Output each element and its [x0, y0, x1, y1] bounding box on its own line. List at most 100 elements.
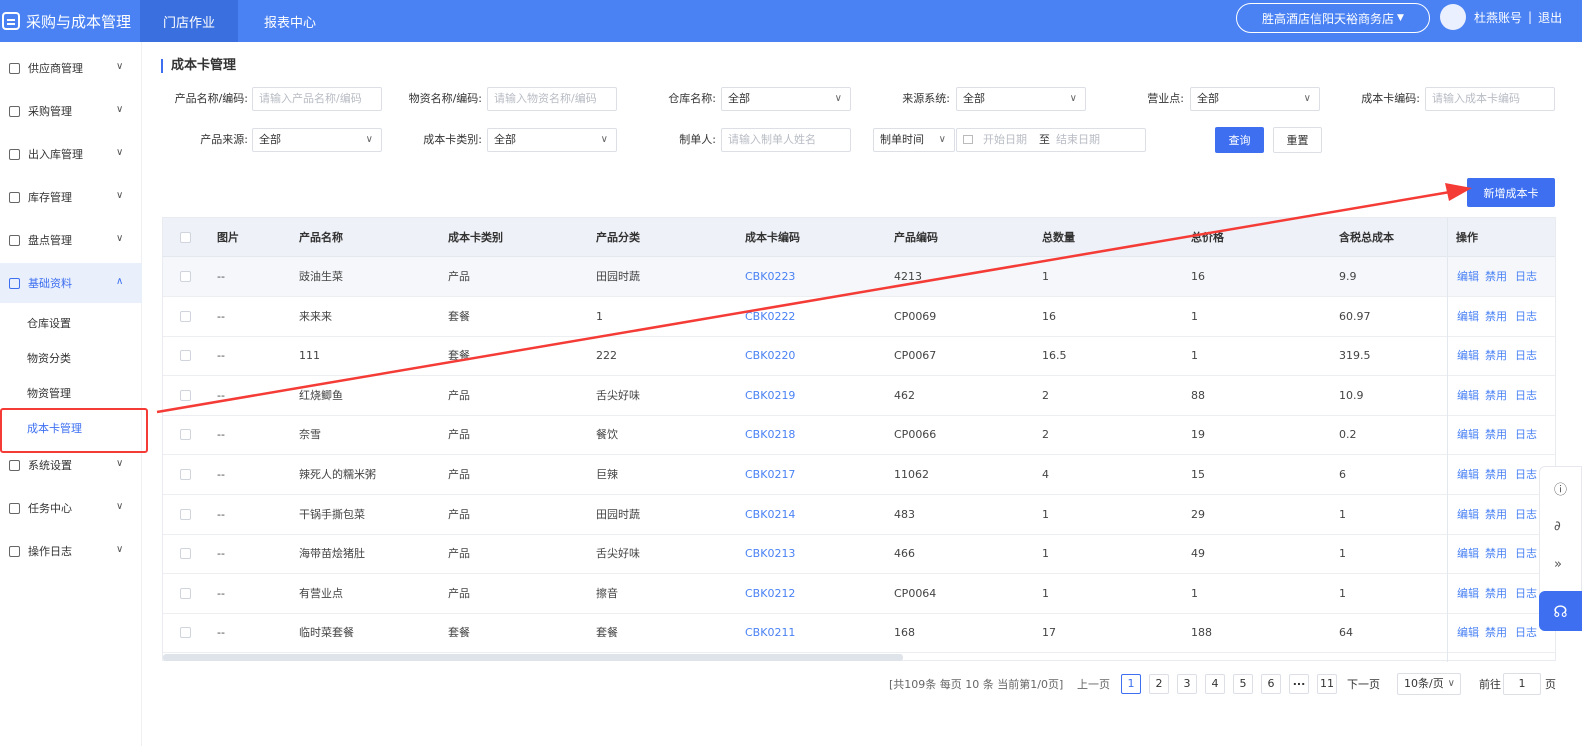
cell-card-code[interactable]: CBK0213	[745, 534, 795, 573]
logo-icon	[2, 12, 20, 30]
page-button[interactable]: 2	[1149, 674, 1169, 694]
avatar[interactable]	[1440, 4, 1466, 30]
col-card-type: 成本卡类别	[448, 231, 503, 244]
chevron-down-icon: ∨	[116, 233, 124, 244]
cell-image: --	[217, 309, 225, 323]
table-row[interactable]: -- 有营业点 产品 擦音 CBK0212 CP0064 1 1 1 编辑 禁用 日志	[163, 574, 1555, 614]
table-row[interactable]: -- 海带苗烩猪肚 产品 舌尖好味 CBK0213 466 1 49 1 编辑 禁用 日志	[163, 534, 1555, 575]
cell-card-type: 套餐	[448, 349, 470, 363]
cell-image: --	[217, 468, 225, 481]
table-header: 图片 产品名称 成本卡类别 产品分类 成本卡编码 产品编码 总数量 总价格 含税…	[163, 218, 1555, 257]
table-row[interactable]: -- 豉油生菜 产品 田园时蔬 CBK0223 4213 1 16 9.9 编辑 禁用 日志	[163, 257, 1555, 297]
next-page[interactable]: 下一页	[1347, 674, 1380, 696]
table-row[interactable]: -- 辣死人的糯米粥 产品 巨辣 CBK0217 11062 4 15 6 编辑 禁用 日志	[163, 455, 1555, 495]
cell-card-code[interactable]: CBK0222	[745, 297, 795, 336]
cell-card-code[interactable]: CBK0214	[745, 495, 795, 534]
page-button[interactable]: 1	[1121, 674, 1141, 694]
page-button[interactable]: 5	[1233, 674, 1253, 694]
table-row[interactable]: -- 红烧鲫鱼 产品 舌尖好味 CBK0219 462 2 88 10.9 编辑 禁用 日志	[163, 376, 1555, 416]
material-name-input[interactable]: 请输入物资名称/编码	[487, 87, 617, 111]
page-button[interactable]: 6	[1261, 674, 1281, 694]
topnav-store-ops[interactable]: 门店作业	[140, 0, 238, 42]
add-cost-card-button[interactable]: 新增成本卡	[1467, 178, 1555, 207]
cell-card-code[interactable]: CBK0219	[745, 376, 795, 415]
prev-page[interactable]: 上一页	[1077, 674, 1110, 696]
reset-button[interactable]: 重置	[1273, 127, 1322, 153]
goto-page-input[interactable]: 1	[1503, 673, 1541, 695]
table-row[interactable]: -- 临时菜套餐 套餐 套餐 CBK0211 168 17 188 64 编辑 禁用 日志	[163, 613, 1555, 654]
row-checkbox[interactable]	[180, 429, 191, 441]
cell-card-code[interactable]: CBK0211	[745, 613, 795, 652]
top-bar: 采购与成本管理 门店作业 报表中心 胜高酒店信阳天裕商务店 ▼ 杜燕账号 | 退…	[0, 0, 1582, 42]
link-icon[interactable]: ∂	[1554, 519, 1561, 534]
table-row[interactable]: -- 来来来 套餐 1 CBK0222 CP0069 16 1 60.97 编辑 禁用 日志	[163, 297, 1555, 337]
date-range-picker[interactable]: 开始日期至结束日期	[956, 128, 1146, 152]
cell-total-price: 29	[1191, 507, 1205, 521]
logout-link[interactable]: 退出	[1538, 9, 1562, 26]
product-source-select[interactable]: 全部 ∨	[252, 128, 382, 152]
inout-icon	[9, 148, 20, 160]
table-row[interactable]: -- 111 套餐 222 CBK0220 CP0067 16.5 1 319.5 编辑 禁用 日志	[163, 336, 1555, 377]
sidebar-sub-material[interactable]: 物资管理	[27, 385, 71, 401]
query-button[interactable]: 查询	[1215, 127, 1264, 153]
sidebar-item-operation-log[interactable]: 操作日志 ∨	[0, 531, 142, 571]
cell-total-price: 188	[1191, 626, 1212, 640]
row-checkbox[interactable]	[180, 350, 191, 362]
row-checkbox[interactable]	[180, 627, 191, 639]
page-button[interactable]: 3	[1177, 674, 1197, 694]
time-type-select[interactable]: 制单时间 ∨	[873, 128, 955, 152]
cell-card-code[interactable]: CBK0218	[745, 415, 795, 454]
card-type-select[interactable]: 全部 ∨	[487, 128, 617, 152]
page-ellipsis[interactable]: ...	[1289, 674, 1309, 694]
sidebar-sub-material-category[interactable]: 物资分类	[27, 350, 71, 366]
row-checkbox[interactable]	[180, 587, 191, 599]
horizontal-scrollbar[interactable]	[163, 654, 903, 661]
business-point-value: 全部	[1197, 92, 1219, 105]
row-checkbox[interactable]	[180, 548, 191, 560]
sidebar-item-supplier[interactable]: 供应商管理 ∨	[0, 48, 142, 88]
cell-product-code: CP0067	[894, 349, 937, 363]
task-icon	[9, 502, 20, 514]
floating-toolbar: ⓘ ∂ »	[1539, 466, 1582, 602]
page-size-select[interactable]: 10条/页 ∨	[1397, 673, 1461, 695]
double-chevron-right-icon[interactable]: »	[1554, 557, 1562, 572]
sidebar-item-stocktake[interactable]: 盘点管理 ∨	[0, 220, 142, 260]
sidebar-item-inout[interactable]: 出入库管理 ∨	[0, 134, 142, 174]
select-all-checkbox[interactable]	[180, 232, 191, 243]
row-checkbox[interactable]	[180, 389, 191, 401]
help-icon[interactable]: ⓘ	[1554, 479, 1567, 498]
row-checkbox[interactable]	[180, 508, 191, 520]
cell-total-qty: 1	[1042, 586, 1049, 600]
creator-input[interactable]: 请输入制单人姓名	[721, 128, 851, 152]
sidebar-sub-warehouse[interactable]: 仓库设置	[27, 315, 71, 331]
customer-service-button[interactable]: ☊	[1539, 591, 1582, 631]
topnav-report-center[interactable]: 报表中心	[246, 0, 334, 42]
end-date-input[interactable]: 结束日期	[1056, 133, 1100, 146]
cell-card-code[interactable]: CBK0223	[745, 257, 795, 296]
start-date-input[interactable]: 开始日期	[983, 133, 1027, 146]
store-selector[interactable]: 胜高酒店信阳天裕商务店 ▼	[1236, 3, 1430, 33]
row-checkbox[interactable]	[180, 310, 191, 322]
table-row[interactable]: -- 干锅手撕包菜 产品 田园时蔬 CBK0214 483 1 29 1 编辑 禁用 日志	[163, 495, 1555, 535]
cell-card-code[interactable]: CBK0220	[745, 336, 795, 375]
cell-card-code[interactable]: CBK0212	[745, 574, 795, 613]
product-name-input[interactable]: 请输入产品名称/编码	[252, 87, 382, 111]
page-unit: 页	[1545, 678, 1556, 691]
sidebar-item-purchase[interactable]: 采购管理 ∨	[0, 91, 142, 131]
sidebar-item-basic-data[interactable]: 基础资料 ∧	[0, 263, 142, 303]
row-checkbox[interactable]	[180, 469, 191, 480]
page-button[interactable]: 4	[1205, 674, 1225, 694]
sidebar-item-inventory[interactable]: 库存管理 ∨	[0, 177, 142, 217]
table-row[interactable]: -- 奈雪 产品 餐饮 CBK0218 CP0066 2 19 0.2 编辑 禁用 日志	[163, 415, 1555, 456]
page-button[interactable]: 11	[1317, 674, 1337, 694]
row-checkbox[interactable]	[180, 271, 191, 282]
source-select[interactable]: 全部 ∨	[956, 87, 1086, 111]
cost-card-code-input[interactable]: 请输入成本卡编码	[1425, 87, 1555, 111]
cell-product-name: 有营业点	[299, 586, 343, 600]
cell-card-code[interactable]: CBK0217	[745, 455, 795, 494]
cell-total-qty: 1	[1042, 547, 1049, 561]
warehouse-select[interactable]: 全部 ∨	[721, 87, 851, 111]
sidebar-item-task-center[interactable]: 任务中心 ∨	[0, 488, 142, 528]
business-point-select[interactable]: 全部 ∨	[1190, 87, 1320, 111]
cell-product-name: 干锅手撕包菜	[299, 507, 365, 521]
